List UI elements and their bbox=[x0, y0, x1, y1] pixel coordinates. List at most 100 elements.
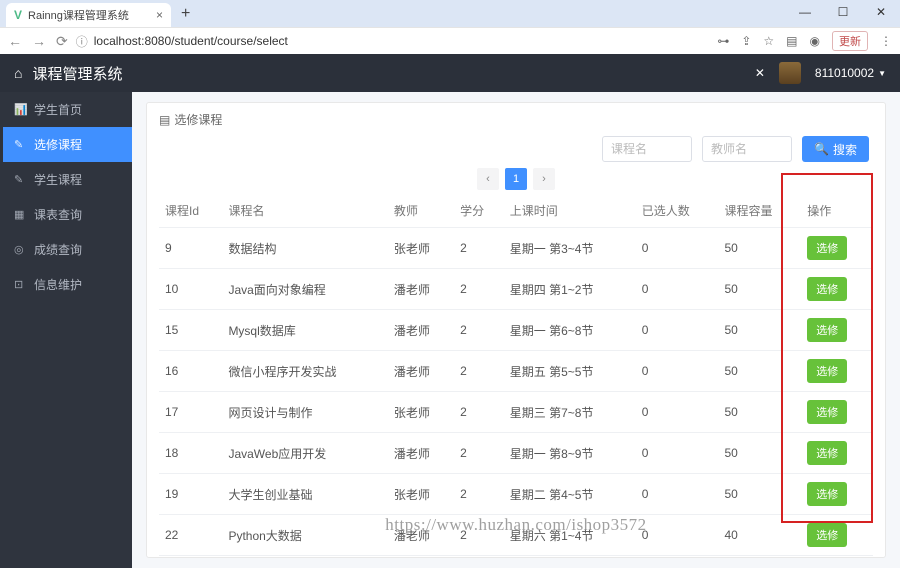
cell-capacity: 50 bbox=[718, 351, 801, 392]
cell-selected: 0 bbox=[636, 392, 719, 433]
cell-name: JavaWeb应用开发 bbox=[222, 433, 387, 474]
cell-name: 大学生创业基础 bbox=[222, 474, 387, 515]
table-row: 10Java面向对象编程潘老师2星期四 第1~2节050选修 bbox=[159, 269, 873, 310]
profile-icon[interactable]: ◉ bbox=[810, 34, 820, 48]
close-icon[interactable]: × bbox=[156, 8, 163, 22]
cell-time: 星期四 第1~2节 bbox=[504, 269, 636, 310]
cell-credit: 2 bbox=[454, 351, 504, 392]
cell-teacher: 潘老师 bbox=[388, 433, 454, 474]
select-button[interactable]: 选修 bbox=[807, 277, 847, 301]
sidebar-label: 信息维护 bbox=[34, 276, 82, 293]
share-icon[interactable]: ⇪ bbox=[741, 34, 751, 48]
sidebar-item-4[interactable]: ◎ 成绩查询 bbox=[0, 232, 132, 267]
cell-id: 17 bbox=[159, 392, 222, 433]
cell-op: 选修 bbox=[801, 351, 873, 392]
table-row: 15Mysql数据库潘老师2星期一 第6~8节050选修 bbox=[159, 310, 873, 351]
cell-credit: 2 bbox=[454, 474, 504, 515]
cell-teacher: 张老师 bbox=[388, 474, 454, 515]
sidebar: 📊学生首页✎选修课程✎学生课程▦课表查询◎成绩查询⊡信息维护 bbox=[0, 92, 132, 568]
cell-capacity: 50 bbox=[718, 474, 801, 515]
col-credit: 学分 bbox=[454, 194, 504, 228]
cell-time: 星期二 第4~5节 bbox=[504, 474, 636, 515]
pager-prev[interactable]: ‹ bbox=[477, 168, 499, 190]
cell-name: Java面向对象编程 bbox=[222, 269, 387, 310]
new-tab-button[interactable]: + bbox=[181, 5, 190, 23]
pager-next[interactable]: › bbox=[533, 168, 555, 190]
sidebar-item-5[interactable]: ⊡信息维护 bbox=[0, 267, 132, 302]
cell-time: 星期一 第3~4节 bbox=[504, 228, 636, 269]
url-field[interactable]: ⓘ localhost:8080/student/course/select bbox=[76, 33, 710, 50]
cell-time: 星期一 第8~9节 bbox=[504, 433, 636, 474]
cell-op: 选修 bbox=[801, 269, 873, 310]
favicon-icon: V bbox=[14, 8, 22, 22]
home-icon[interactable]: ⌂ bbox=[14, 65, 22, 81]
cell-op: 选修 bbox=[801, 228, 873, 269]
col-op: 操作 bbox=[801, 194, 873, 228]
table-row: 19大学生创业基础张老师2星期二 第4~5节050选修 bbox=[159, 474, 873, 515]
password-icon[interactable]: ⊶ bbox=[717, 34, 729, 48]
cell-time: 星期五 第5~5节 bbox=[504, 351, 636, 392]
table-row: 9数据结构张老师2星期一 第3~4节050选修 bbox=[159, 228, 873, 269]
pager-page-1[interactable]: 1 bbox=[505, 168, 527, 190]
cell-credit: 2 bbox=[454, 433, 504, 474]
cell-time: 星期三 第7~8节 bbox=[504, 392, 636, 433]
cell-name: Python大数据 bbox=[222, 515, 387, 556]
minimize-button[interactable]: — bbox=[786, 0, 824, 24]
cell-id: 9 bbox=[159, 228, 222, 269]
cell-teacher: 张老师 bbox=[388, 392, 454, 433]
sidebar-label: 课表查询 bbox=[34, 206, 82, 223]
fullscreen-icon[interactable]: ✕ bbox=[755, 66, 765, 80]
sidebar-item-3[interactable]: ▦ 课表查询 bbox=[0, 197, 132, 232]
sidebar-item-0[interactable]: 📊学生首页 bbox=[0, 92, 132, 127]
update-button[interactable]: 更新 bbox=[832, 31, 868, 51]
reload-button[interactable]: ⟳ bbox=[56, 33, 68, 50]
bookmark-icon[interactable]: ☆ bbox=[763, 34, 774, 48]
select-button[interactable]: 选修 bbox=[807, 400, 847, 424]
browser-tab[interactable]: V Rainng课程管理系统 × bbox=[6, 3, 171, 27]
sidebar-icon: ✎ bbox=[14, 173, 26, 186]
menu-icon[interactable]: ⋮ bbox=[880, 34, 892, 48]
sidebar-item-1[interactable]: ✎选修课程 bbox=[0, 127, 132, 162]
course-name-input[interactable] bbox=[602, 136, 692, 162]
cell-selected: 0 bbox=[636, 474, 719, 515]
cell-op: 选修 bbox=[801, 433, 873, 474]
table-row: 17网页设计与制作张老师2星期三 第7~8节050选修 bbox=[159, 392, 873, 433]
sidebar-icon: ▦ bbox=[14, 208, 26, 221]
col-capacity: 课程容量 bbox=[718, 194, 801, 228]
select-button[interactable]: 选修 bbox=[807, 359, 847, 383]
col-id: 课程Id bbox=[159, 194, 222, 228]
cell-id: 22 bbox=[159, 515, 222, 556]
cell-capacity: 40 bbox=[718, 515, 801, 556]
maximize-button[interactable]: ☐ bbox=[824, 0, 862, 24]
search-button[interactable]: 🔍 搜索 bbox=[802, 136, 869, 162]
cell-credit: 2 bbox=[454, 228, 504, 269]
table-row: 16微信小程序开发实战潘老师2星期五 第5~5节050选修 bbox=[159, 351, 873, 392]
select-button[interactable]: 选修 bbox=[807, 441, 847, 465]
teacher-name-input[interactable] bbox=[702, 136, 792, 162]
sidebar-item-2[interactable]: ✎学生课程 bbox=[0, 162, 132, 197]
sidebar-label: 成绩查询 bbox=[34, 241, 82, 258]
cell-credit: 2 bbox=[454, 269, 504, 310]
close-window-button[interactable]: ✕ bbox=[862, 0, 900, 24]
select-button[interactable]: 选修 bbox=[807, 523, 847, 547]
sidebar-icon: ◎ bbox=[14, 243, 26, 256]
cell-teacher: 潘老师 bbox=[388, 269, 454, 310]
avatar[interactable] bbox=[779, 62, 801, 84]
cell-capacity: 50 bbox=[718, 228, 801, 269]
cell-selected: 0 bbox=[636, 351, 719, 392]
forward-button[interactable]: → bbox=[32, 33, 46, 50]
back-button[interactable]: ← bbox=[8, 33, 22, 50]
cell-id: 10 bbox=[159, 269, 222, 310]
app-header: ⌂ 课程管理系统 ✕ 811010002 ▼ bbox=[0, 54, 900, 92]
extensions-icon[interactable]: ▤ bbox=[786, 34, 797, 48]
select-button[interactable]: 选修 bbox=[807, 236, 847, 260]
select-button[interactable]: 选修 bbox=[807, 318, 847, 342]
cell-credit: 2 bbox=[454, 392, 504, 433]
cell-time: 星期六 第1~4节 bbox=[504, 515, 636, 556]
user-menu[interactable]: 811010002 ▼ bbox=[815, 66, 886, 80]
breadcrumb: ▤ 选修课程 bbox=[159, 111, 873, 128]
site-info-icon[interactable]: ⓘ bbox=[76, 33, 88, 50]
cell-id: 15 bbox=[159, 310, 222, 351]
select-button[interactable]: 选修 bbox=[807, 482, 847, 506]
sidebar-label: 选修课程 bbox=[34, 136, 82, 153]
